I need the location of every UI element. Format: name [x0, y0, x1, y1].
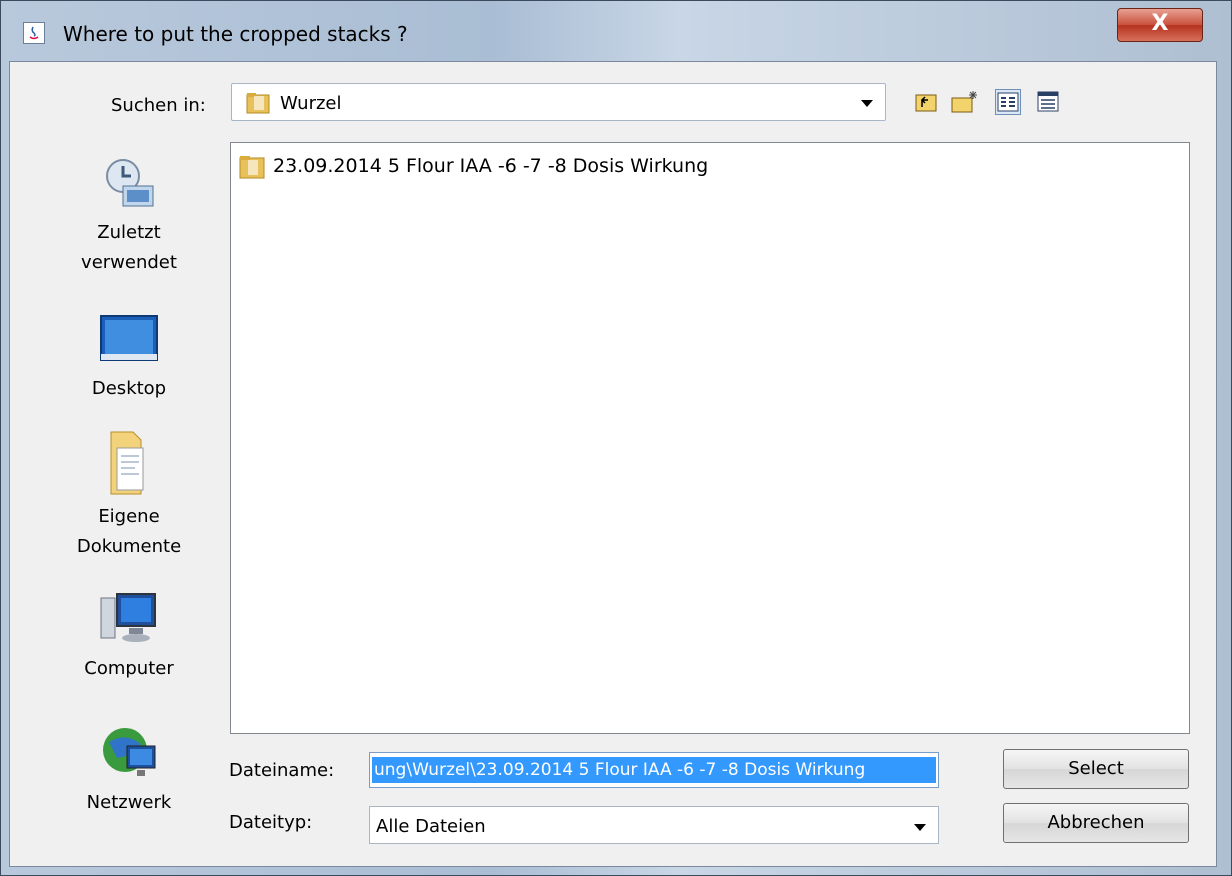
window-title: Where to put the cropped stacks ? [63, 22, 408, 46]
recent-icon [43, 152, 215, 218]
place-label: Netzwerk [86, 792, 172, 813]
documents-icon [43, 430, 215, 502]
up-folder-icon[interactable] [913, 89, 939, 115]
place-computer[interactable]: Computer [43, 590, 215, 684]
place-network[interactable]: Netzwerk [43, 722, 215, 818]
desktop-icon [43, 312, 215, 374]
java-app-icon [23, 22, 45, 44]
place-label: Computer [84, 658, 174, 679]
new-folder-icon[interactable] [949, 89, 977, 115]
folder-icon [239, 155, 265, 184]
filetype-value: Alle Dateien [376, 816, 486, 837]
place-desktop[interactable]: Desktop [43, 312, 215, 404]
dialog-window: Where to put the cropped stacks ? X Such… [0, 0, 1232, 876]
look-in-label: Suchen in: [111, 95, 206, 116]
title-bar[interactable]: Where to put the cropped stacks ? X [1, 1, 1232, 46]
place-label: verwendet [81, 252, 177, 273]
place-recent[interactable]: Zuletzt verwendet [43, 152, 215, 278]
chevron-down-icon [914, 824, 926, 831]
filename-label: Dateiname: [229, 760, 335, 781]
close-button[interactable]: X [1117, 8, 1203, 42]
file-name: 23.09.2014 5 Flour IAA -6 -7 -8 Dosis Wi… [273, 155, 709, 177]
cancel-button[interactable]: Abbrechen [1003, 803, 1189, 843]
look-in-combobox[interactable]: Wurzel [231, 83, 886, 121]
details-view-icon[interactable] [1035, 89, 1061, 115]
file-list[interactable]: 23.09.2014 5 Flour IAA -6 -7 -8 Dosis Wi… [230, 142, 1190, 734]
select-button[interactable]: Select [1003, 749, 1189, 789]
place-label: Zuletzt [97, 222, 161, 243]
place-label: Desktop [91, 378, 167, 399]
filename-input[interactable]: ung\Wurzel\23.09.2014 5 Flour IAA -6 -7 … [369, 752, 939, 788]
filename-value: ung\Wurzel\23.09.2014 5 Flour IAA -6 -7 … [372, 757, 936, 783]
place-label: Dokumente [76, 536, 182, 557]
filetype-label: Dateityp: [229, 812, 313, 833]
folder-icon [246, 92, 270, 119]
places-bar: Zuletzt verwendet Desktop Eigene Dokumen… [43, 144, 215, 834]
list-view-icon[interactable] [995, 89, 1021, 115]
computer-icon [43, 590, 215, 654]
look-in-value: Wurzel [280, 93, 342, 114]
filetype-combobox[interactable]: Alle Dateien [369, 806, 939, 844]
place-label: Eigene [98, 506, 160, 527]
chevron-down-icon [861, 100, 873, 107]
network-icon [43, 722, 215, 788]
place-documents[interactable]: Eigene Dokumente [43, 430, 215, 562]
